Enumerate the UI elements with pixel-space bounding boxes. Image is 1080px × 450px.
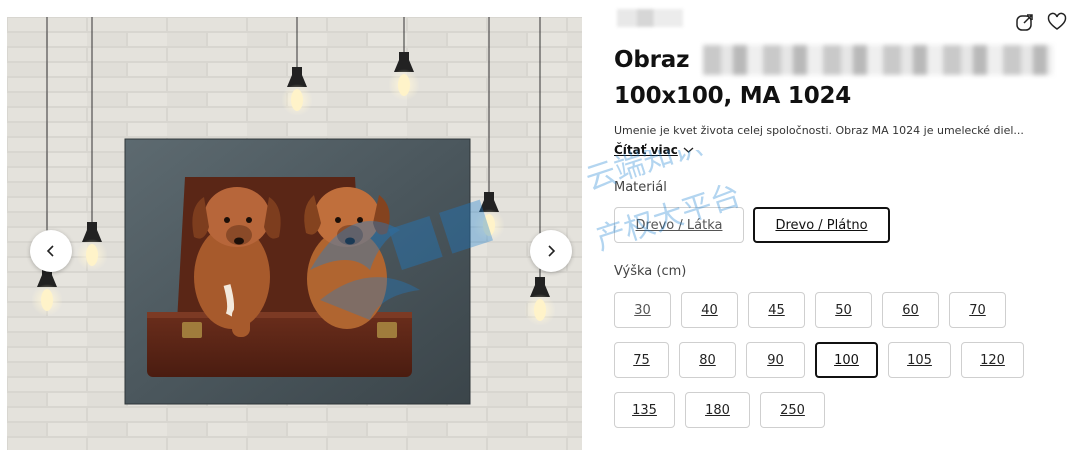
painting-canvas: [124, 138, 471, 405]
height-option-90[interactable]: 90: [746, 342, 805, 378]
product-description: Umenie je kvet života celej spoločnosti.…: [614, 124, 1024, 137]
read-more-link[interactable]: Čítať viac: [614, 143, 694, 157]
product-title-size: 100x100, MA 1024: [614, 83, 852, 109]
chevron-left-icon: [46, 245, 54, 257]
height-option-80[interactable]: 80: [679, 342, 736, 378]
share-icon: [1016, 14, 1033, 31]
share-button[interactable]: [1014, 11, 1036, 33]
height-option-135[interactable]: 135: [614, 392, 675, 428]
product-image-gallery[interactable]: [7, 17, 582, 450]
gallery-next-button[interactable]: [530, 230, 572, 272]
height-option-100-selected[interactable]: 100: [815, 342, 878, 378]
height-option-40[interactable]: 40: [681, 292, 738, 328]
height-option-105[interactable]: 105: [888, 342, 951, 378]
height-label: Výška (cm): [614, 264, 687, 279]
brand-label-blurred: [617, 9, 683, 27]
product-actions: [1014, 11, 1068, 33]
height-option-120[interactable]: 120: [961, 342, 1024, 378]
height-option-45[interactable]: 45: [748, 292, 805, 328]
height-option-50[interactable]: 50: [815, 292, 872, 328]
height-option-180[interactable]: 180: [685, 392, 750, 428]
product-title-blurred: [703, 45, 1054, 75]
product-title: Obraz: [614, 47, 690, 73]
height-option-70[interactable]: 70: [949, 292, 1006, 328]
favorite-button[interactable]: [1046, 11, 1068, 33]
chevron-down-icon: [683, 147, 694, 153]
read-more-label: Čítať viac: [614, 143, 678, 157]
gallery-prev-button[interactable]: [30, 230, 72, 272]
height-option-75[interactable]: 75: [614, 342, 669, 378]
height-option-250[interactable]: 250: [760, 392, 825, 428]
product-photo: [7, 17, 582, 450]
material-option-selected[interactable]: Drevo / Plátno: [753, 207, 890, 243]
chevron-right-icon: [548, 245, 556, 257]
material-option[interactable]: Drevo / Látka: [614, 207, 744, 243]
heart-icon: [1047, 12, 1067, 30]
product-title-line1: Obraz: [614, 43, 1054, 77]
height-option-60[interactable]: 60: [882, 292, 939, 328]
product-title-line2: 100x100, MA 1024: [614, 79, 851, 113]
height-option-30[interactable]: 30: [614, 292, 671, 328]
material-label: Materiál: [614, 180, 667, 195]
